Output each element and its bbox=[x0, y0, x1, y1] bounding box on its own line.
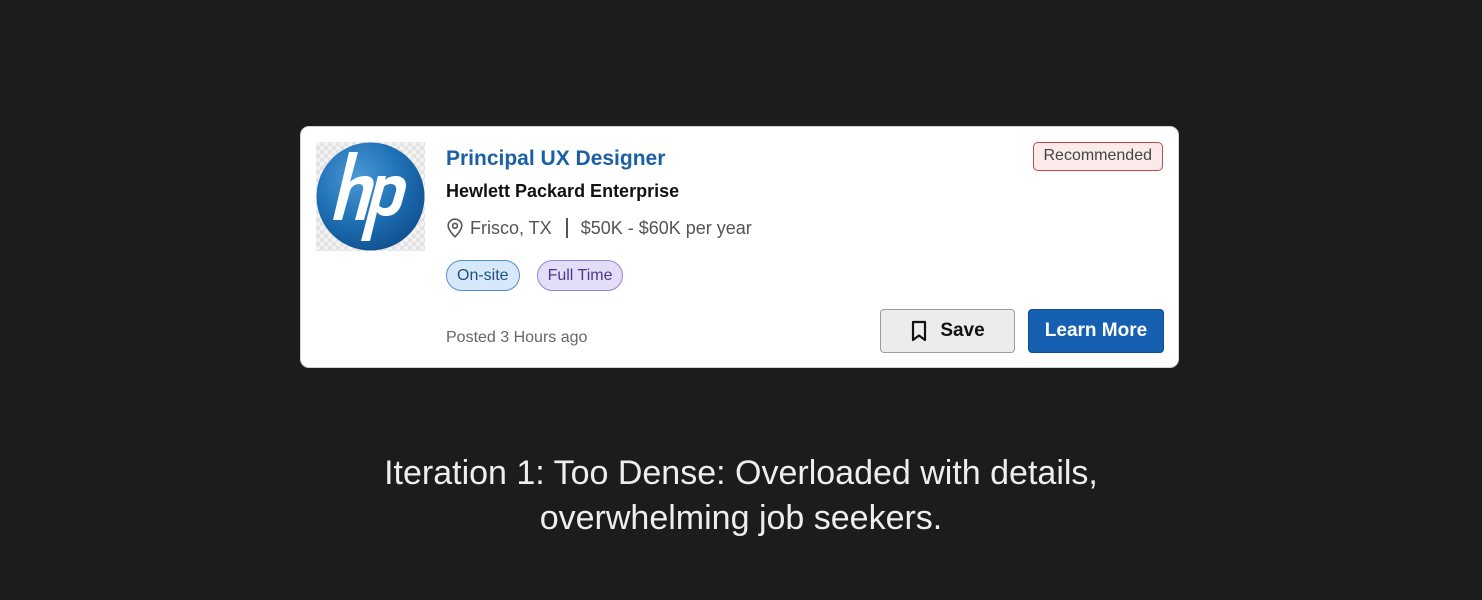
job-salary: $50K - $60K per year bbox=[580, 217, 752, 238]
save-button-label: Save bbox=[940, 320, 985, 341]
learn-more-button[interactable]: Learn More bbox=[1028, 309, 1164, 353]
tag-full-time: Full Time bbox=[536, 260, 624, 291]
tag-on-site: On-site bbox=[446, 260, 520, 291]
map-pin-icon bbox=[446, 218, 464, 238]
caption-line-1: Iteration 1: Too Dense: Overloaded with … bbox=[384, 454, 1098, 492]
recommended-badge: Recommended bbox=[1032, 142, 1163, 171]
caption: Iteration 1: Too Dense: Overloaded with … bbox=[0, 451, 1482, 541]
job-location: Frisco, TX bbox=[470, 217, 552, 238]
company-logo bbox=[316, 142, 425, 251]
job-tags: On-site Full Time bbox=[446, 260, 640, 291]
hp-logo-icon bbox=[316, 142, 425, 251]
caption-line-2: overwhelming job seekers. bbox=[539, 499, 943, 537]
job-title[interactable]: Principal UX Designer bbox=[446, 144, 665, 174]
save-button[interactable]: Save bbox=[880, 309, 1015, 353]
job-card[interactable]: Principal UX Designer Hewlett Packard En… bbox=[300, 126, 1179, 368]
bookmark-icon bbox=[910, 320, 928, 342]
job-meta: Frisco, TX $50K - $60K per year bbox=[446, 215, 752, 241]
meta-divider bbox=[565, 218, 568, 238]
company-name: Hewlett Packard Enterprise bbox=[446, 181, 680, 201]
posted-time: Posted 3 Hours ago bbox=[446, 329, 588, 346]
